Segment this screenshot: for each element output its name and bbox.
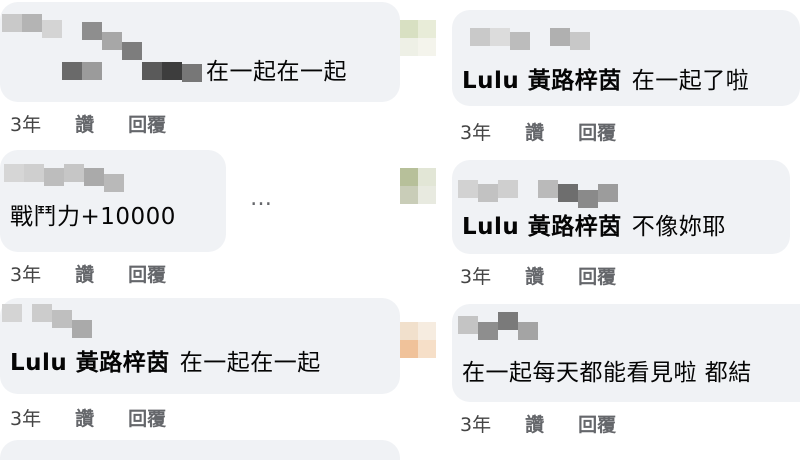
comment-actions: 3年 讚 回覆 xyxy=(460,118,650,145)
avatar[interactable] xyxy=(400,20,436,56)
reply-button[interactable]: 回覆 xyxy=(578,262,616,289)
comment-bubble: Lulu 黃路梓茵 在一起了啦 xyxy=(452,10,800,106)
comment-bubble-partial xyxy=(0,440,400,460)
comment-bubble: Lulu 黃路梓茵 在一起在一起 xyxy=(0,298,400,394)
like-button[interactable]: 讚 xyxy=(525,118,544,145)
avatar[interactable] xyxy=(400,322,436,358)
comment-actions: 3年 讚 回覆 xyxy=(10,260,200,287)
comment-column-right: Lulu 黃路梓茵 在一起了啦 3年讚回覆 Lulu 黃路梓茵 不像妳耶 3年讚回覆 xyxy=(400,0,800,450)
comment-body: 在一起了啦 xyxy=(631,68,750,94)
like-button[interactable]: 讚 xyxy=(525,410,544,437)
comment-timestamp[interactable]: 3年 xyxy=(10,404,41,431)
comment-body: 在一起在一起 xyxy=(179,350,321,376)
like-button[interactable]: 讚 xyxy=(75,260,94,287)
reply-button[interactable]: 回覆 xyxy=(128,260,166,287)
reply-button[interactable]: 回覆 xyxy=(128,404,166,431)
comment-bubble: 在一起在一起 xyxy=(0,2,400,102)
avatar[interactable] xyxy=(400,168,436,204)
comment-text: Lulu 黃路梓茵 在一起了啦 xyxy=(462,66,749,96)
comment-actions: 3年 讚 回覆 xyxy=(10,404,200,431)
comment-author[interactable]: Lulu 黃路梓茵 xyxy=(10,350,170,376)
comment-timestamp[interactable]: 3年 xyxy=(10,260,41,287)
comment-text: Lulu 黃路梓茵 在一起在一起 xyxy=(10,348,321,378)
comment-author[interactable]: Lulu 黃路梓茵 xyxy=(462,214,622,240)
comment-timestamp[interactable]: 3年 xyxy=(460,262,491,289)
comment-text: 在一起每天都能看見啦 都結 xyxy=(462,360,752,386)
comment-text: 在一起在一起 xyxy=(206,59,347,85)
comment-bubble: Lulu 黃路梓茵 不像妳耶 xyxy=(452,160,790,254)
like-button[interactable]: 讚 xyxy=(75,404,94,431)
comment-column-left: 在一起在一起 3年讚回覆 戰鬥力+10000 … 3年讚回覆 Lulu 黃路梓茵… xyxy=(0,0,400,460)
comment-text: Lulu 黃路梓茵 不像妳耶 xyxy=(462,212,726,242)
comment-timestamp[interactable]: 3年 xyxy=(460,410,491,437)
like-button[interactable]: 讚 xyxy=(525,262,544,289)
more-options-icon[interactable]: … xyxy=(250,186,274,211)
reply-button[interactable]: 回覆 xyxy=(128,110,166,137)
comment-author[interactable]: Lulu 黃路梓茵 xyxy=(462,68,622,94)
comment-bubble: 戰鬥力+10000 xyxy=(0,150,226,252)
comment-actions: 3年 讚 回覆 xyxy=(10,110,200,137)
comment-timestamp[interactable]: 3年 xyxy=(460,118,491,145)
comment-text: 戰鬥力+10000 xyxy=(10,204,176,230)
reply-button[interactable]: 回覆 xyxy=(578,410,616,437)
comment-timestamp[interactable]: 3年 xyxy=(10,110,41,137)
comment-bubble: 在一起每天都能看見啦 都結 xyxy=(452,304,800,402)
comment-actions: 3年 讚 回覆 xyxy=(460,262,650,289)
comment-body: 不像妳耶 xyxy=(631,214,726,240)
comment-actions: 3年 讚 回覆 xyxy=(460,410,650,437)
reply-button[interactable]: 回覆 xyxy=(578,118,616,145)
like-button[interactable]: 讚 xyxy=(75,110,94,137)
